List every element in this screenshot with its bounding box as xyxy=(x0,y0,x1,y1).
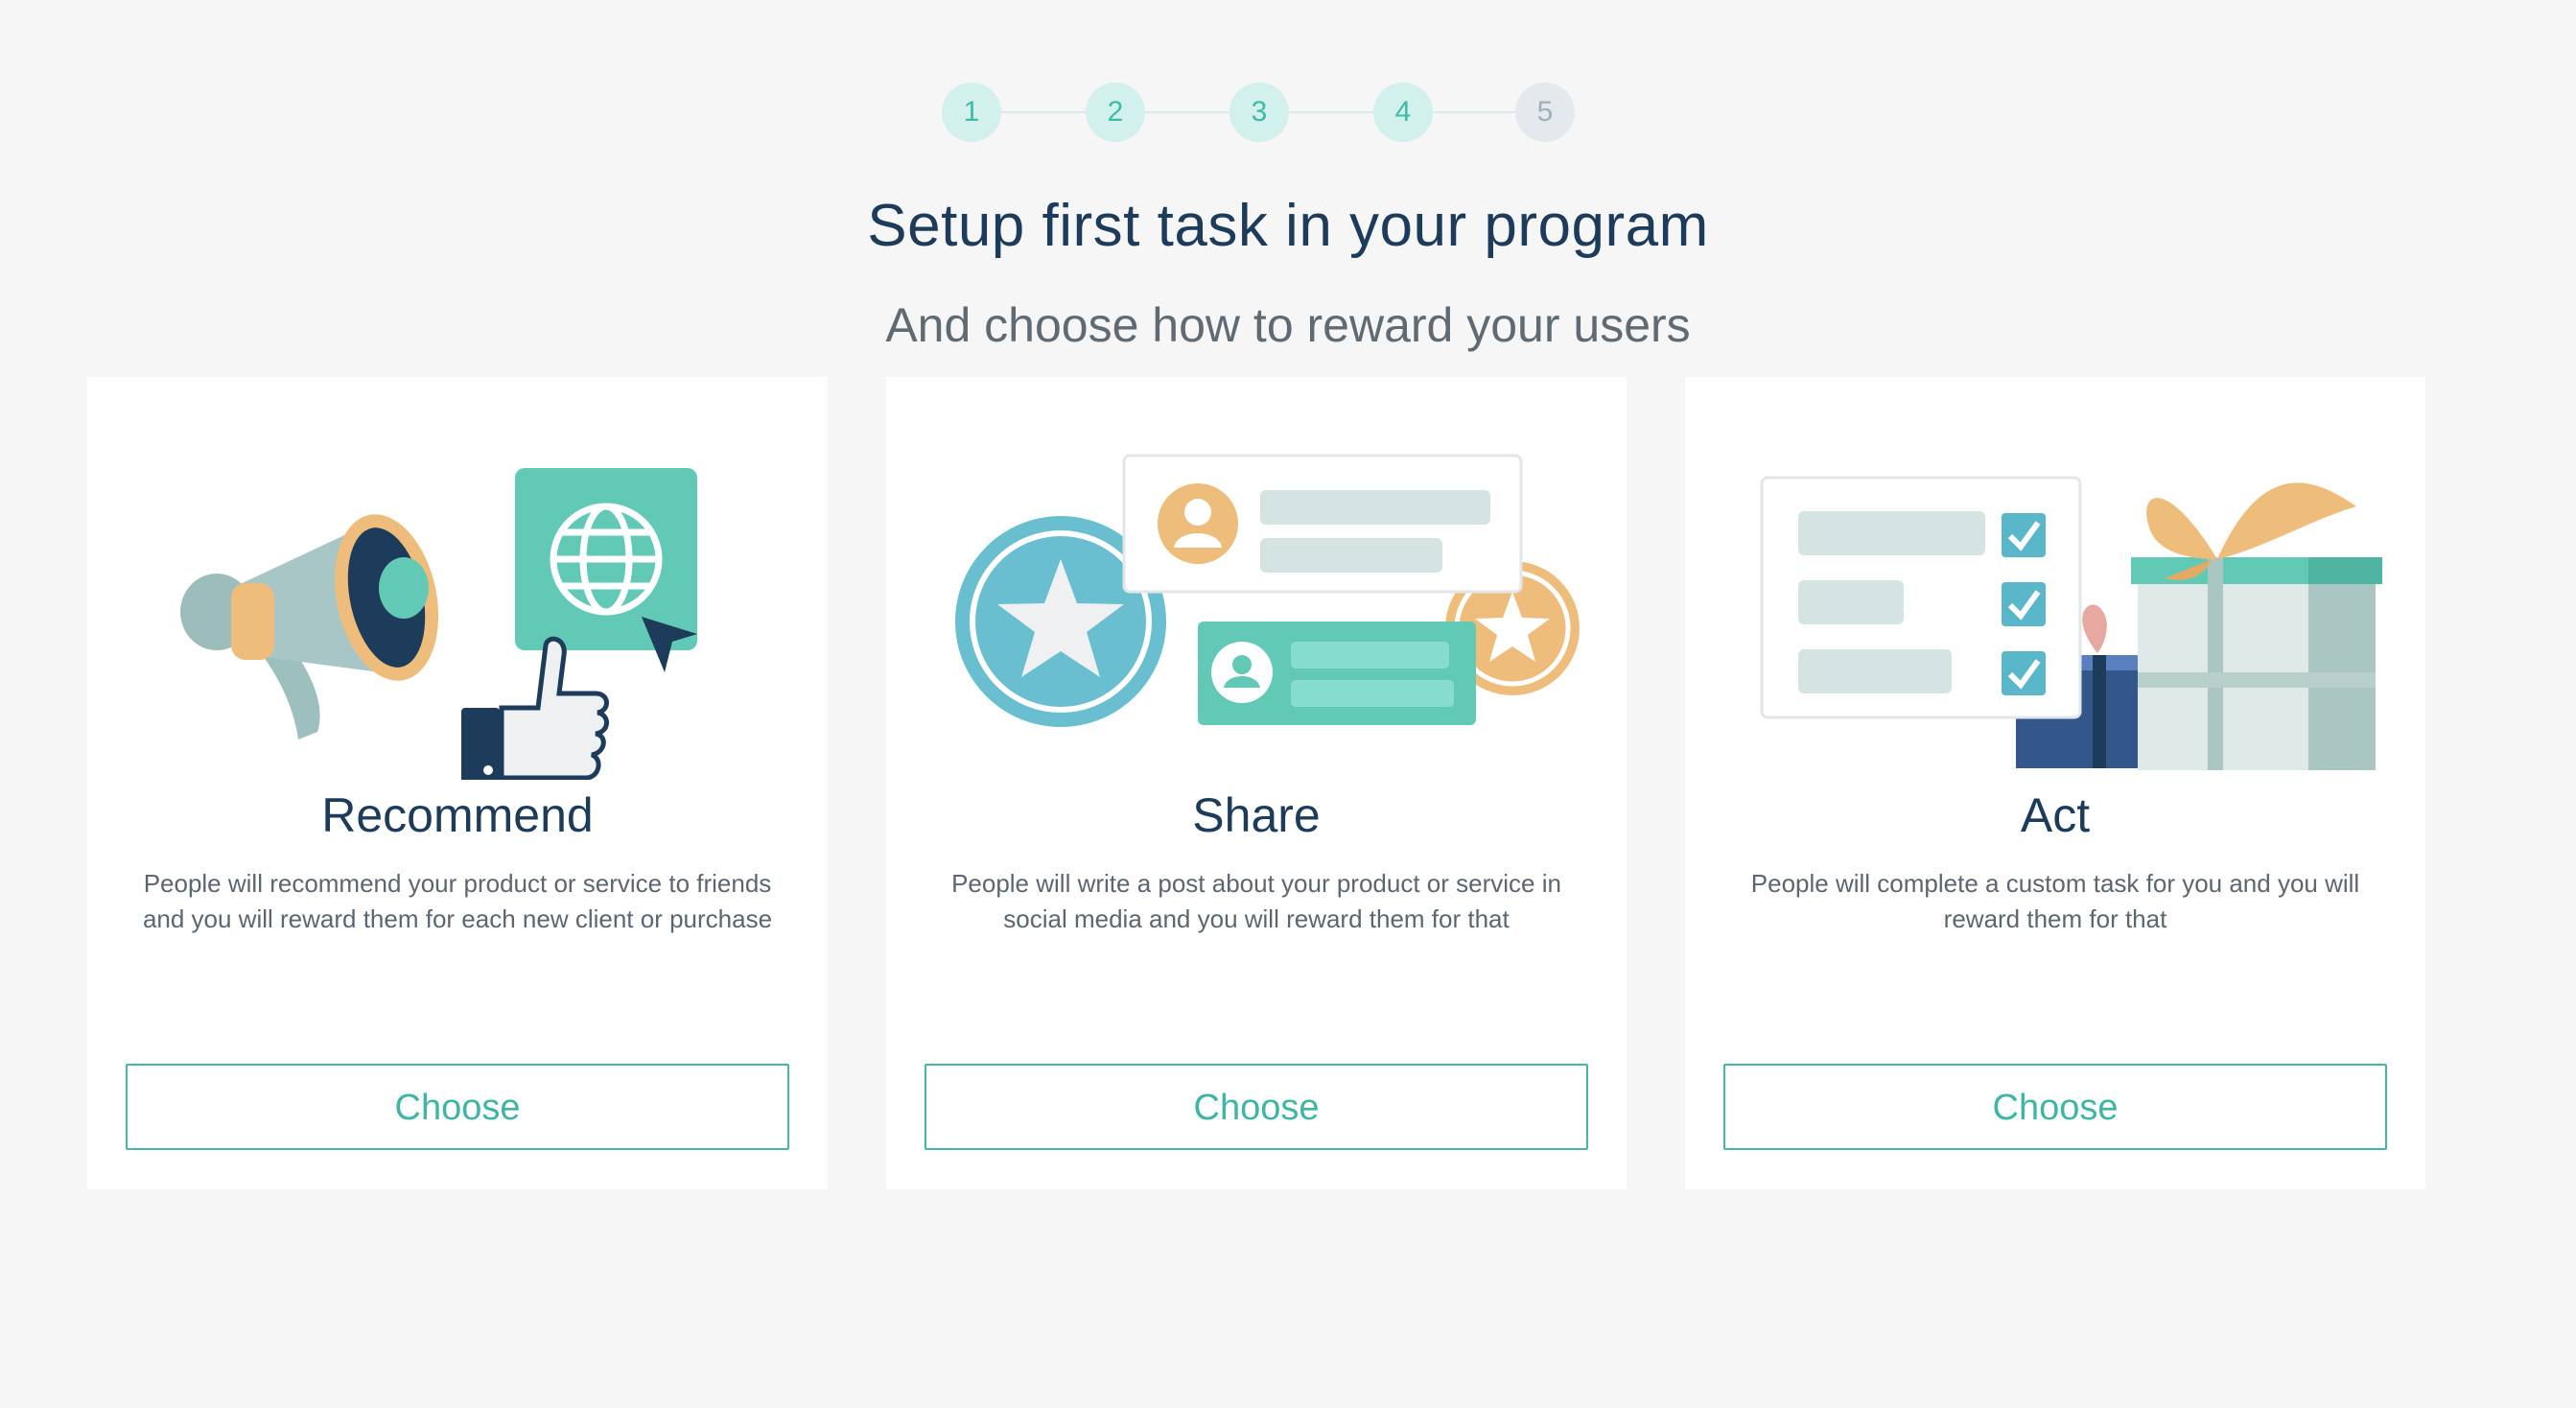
page-title: Setup first task in your program xyxy=(867,193,1709,259)
choose-share-button[interactable]: Choose xyxy=(925,1064,1588,1150)
card-description: People will recommend your product or se… xyxy=(142,869,773,933)
step-2[interactable]: 2 xyxy=(1086,82,1145,142)
checklist-gift-illustration-icon xyxy=(1685,415,2425,780)
card-share: Share People will write a post about you… xyxy=(886,377,1627,1189)
card-title: Recommend xyxy=(321,788,594,842)
choose-recommend-button[interactable]: Choose xyxy=(126,1064,789,1150)
card-description: People will complete a custom task for y… xyxy=(1750,869,2360,933)
step-1[interactable]: 1 xyxy=(942,82,1001,142)
share-illustration-icon xyxy=(886,415,1627,780)
step-3[interactable]: 3 xyxy=(1229,82,1289,142)
card-title: Share xyxy=(1192,788,1321,842)
megaphone-illustration-icon xyxy=(87,415,828,783)
step-4[interactable]: 4 xyxy=(1373,82,1433,142)
card-description: People will write a post about your prod… xyxy=(951,869,1561,933)
progress-stepper: 1 2 3 4 5 xyxy=(942,82,1575,142)
choose-act-button[interactable]: Choose xyxy=(1723,1064,2387,1150)
card-act: Act People will complete a custom task f… xyxy=(1685,377,2425,1189)
step-5[interactable]: 5 xyxy=(1515,82,1575,142)
card-title: Act xyxy=(2020,788,2091,842)
page-subtitle: And choose how to reward your users xyxy=(885,298,1691,352)
card-recommend: Recommend People will recommend your pro… xyxy=(87,377,828,1189)
